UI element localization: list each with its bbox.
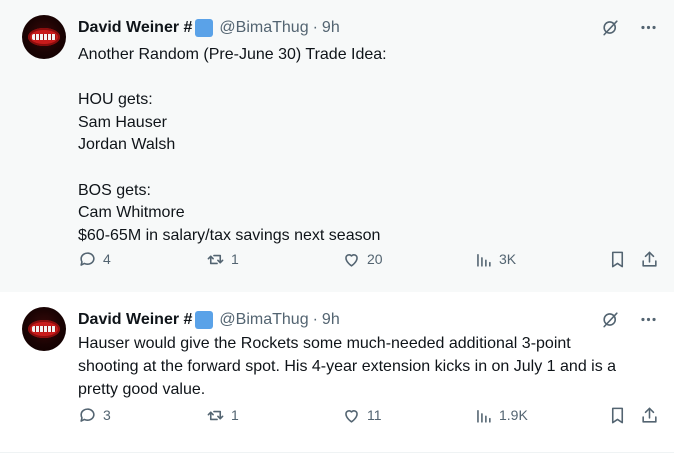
bookmark-icon [611,251,624,267]
reply-button[interactable]: 3 [78,405,111,425]
retweet-icon [207,410,224,420]
retweet-count: 1 [231,407,239,423]
emoji-badge [195,19,214,37]
tweet-line: Sam Hauser [78,113,167,131]
views-button[interactable]: 1.9K [474,405,528,425]
more-icon[interactable] [638,17,658,37]
views-icon [477,409,491,423]
views-count: 3K [499,251,517,267]
share-button[interactable] [640,405,659,425]
retweet-button[interactable]: 1 [206,249,239,269]
bookmark-button[interactable] [608,249,627,269]
bookmark-icon [611,407,624,423]
tweet-line: BOS gets: [78,181,151,199]
tweet-line: $60-65M in salary/tax savings next seaso… [78,226,381,244]
author-handle[interactable]: @BimaThug [219,19,308,37]
retweet-button[interactable]: 1 [206,405,239,425]
separator-dot: · [312,311,318,328]
share-icon [642,407,657,423]
like-count: 11 [367,407,382,423]
reply-count: 4 [103,251,111,267]
share-icon [642,251,657,267]
tweet-line: Jordan Walsh [78,136,176,154]
separator-dot: · [312,19,318,36]
like-icon [345,253,358,267]
bookmark-button[interactable] [608,405,627,425]
share-button[interactable] [640,249,659,269]
like-button[interactable]: 11 [342,405,382,425]
views-count: 1.9K [499,407,528,423]
author-name[interactable]: David Weiner # [78,19,192,37]
avatar[interactable] [22,15,66,59]
tweet-text: Another Random (Pre-June 30) Trade Idea:… [78,44,664,247]
like-count: 20 [367,251,383,267]
tweet-header: David Weiner # @BimaThug · 9h [78,309,340,331]
tweet-top-actions [600,309,658,329]
tweet[interactable]: David Weiner # @BimaThug · 9h Hauser wou… [0,292,674,453]
views-icon [477,253,491,267]
grok-icon[interactable] [600,309,620,329]
avatar-teeth [32,34,56,40]
reply-icon [80,407,95,422]
reply-icon [80,251,95,266]
reply-button[interactable]: 4 [78,249,111,269]
like-button[interactable]: 20 [342,249,383,269]
tweet-line: Cam Whitmore [78,204,185,222]
like-icon [345,409,358,423]
retweet-icon [207,254,224,264]
avatar-teeth [32,326,56,332]
timestamp[interactable]: 9h [322,311,340,329]
emoji-badge [195,311,214,329]
timestamp[interactable]: 9h [322,19,340,37]
views-button[interactable]: 3K [474,249,516,269]
retweet-count: 1 [231,251,239,267]
reply-count: 3 [103,407,111,423]
author-handle[interactable]: @BimaThug [219,311,308,329]
more-icon[interactable] [638,309,658,329]
tweet-top-actions [600,17,658,37]
tweet-header: David Weiner # @BimaThug · 9h [78,17,340,39]
tweet-line: HOU gets: [78,91,153,109]
tweet-text: Hauser would give the Rockets some much-… [78,332,668,401]
grok-icon[interactable] [600,17,620,37]
tweet-line: shooting at the forward spot. His 4-year… [78,358,617,375]
tweet-line: Hauser would give the Rockets some much-… [78,335,571,352]
author-name[interactable]: David Weiner # [78,311,192,329]
tweet[interactable]: David Weiner # @BimaThug · 9h Another Ra… [0,0,674,292]
tweet-line: Another Random (Pre-June 30) Trade Idea: [78,46,387,63]
tweet-line: pretty good value. [78,381,206,398]
avatar[interactable] [22,307,66,351]
